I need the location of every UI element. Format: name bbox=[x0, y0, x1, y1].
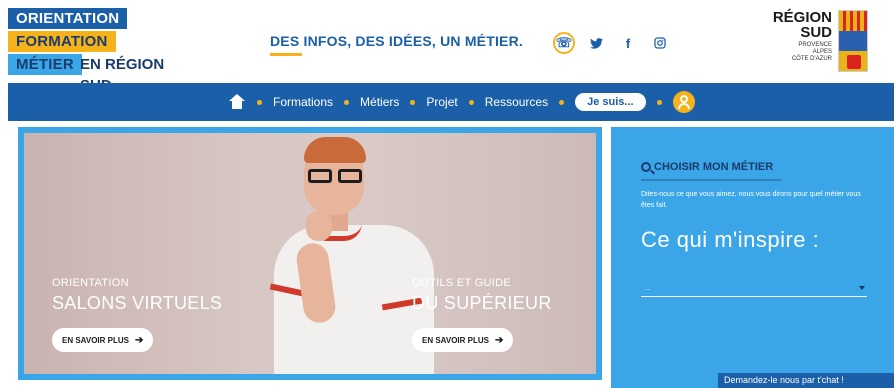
cta-label: EN SAVOIR PLUS bbox=[62, 335, 129, 345]
logo-line-metier: MÉTIER bbox=[8, 54, 82, 75]
hero-kicker: ORIENTATION bbox=[52, 277, 129, 289]
region-crest-icon bbox=[838, 10, 868, 72]
choose-job-panel: CHOISIR MON MÉTIER Dites-nous ce que vou… bbox=[611, 127, 894, 388]
nav-item-projet[interactable]: Projet bbox=[426, 95, 457, 109]
inspire-heading: Ce qui m'inspire : bbox=[641, 227, 820, 252]
hero-block-salons: ORIENTATION SALONS VIRTUELS EN SAVOIR PL… bbox=[52, 277, 222, 352]
twitter-icon[interactable] bbox=[585, 32, 607, 54]
hero-block-superieur: OUTILS ET GUIDE DU SUPÉRIEUR EN SAVOIR P… bbox=[412, 277, 552, 352]
social-links: ☏ f bbox=[553, 31, 681, 55]
nav-item-ressources[interactable]: Ressources bbox=[485, 95, 548, 109]
page: ORIENTATION FORMATION MÉTIER EN RÉGION S… bbox=[0, 0, 894, 388]
hero-title: DU SUPÉRIEUR bbox=[412, 293, 552, 313]
region-sud-logo[interactable]: RÉGION SUD PROVENCE ALPES CÔTE D'AZUR bbox=[773, 10, 882, 72]
search-icon bbox=[641, 162, 651, 172]
facebook-icon[interactable]: f bbox=[617, 32, 639, 54]
je-suis-button[interactable]: Je suis... bbox=[575, 93, 646, 111]
header: ORIENTATION FORMATION MÉTIER EN RÉGION S… bbox=[0, 0, 894, 94]
arrow-right-icon: ➔ bbox=[134, 334, 144, 346]
region-name-1: RÉGION bbox=[772, 9, 832, 26]
region-sub-3: CÔTE D'AZUR bbox=[791, 56, 832, 62]
nav-separator-dot bbox=[410, 99, 416, 105]
home-icon[interactable] bbox=[228, 94, 246, 110]
tagline-underline bbox=[270, 53, 302, 56]
region-name-2: SUD bbox=[800, 24, 832, 41]
hero-kicker: OUTILS ET GUIDE bbox=[412, 277, 512, 289]
choose-job-heading: CHOISIR MON MÉTIER bbox=[641, 161, 773, 173]
logo-line-formation: FORMATION bbox=[8, 31, 116, 52]
region-sub-2: ALPES bbox=[812, 49, 832, 55]
logo-line-region-sud: EN RÉGION SUD. bbox=[80, 56, 165, 94]
nav-item-metiers[interactable]: Métiers bbox=[360, 95, 399, 109]
nav-separator-dot bbox=[656, 99, 662, 105]
superieur-learn-more-button[interactable]: EN SAVOIR PLUS ➔ bbox=[412, 328, 514, 352]
salons-learn-more-button[interactable]: EN SAVOIR PLUS ➔ bbox=[52, 328, 154, 352]
instagram-icon[interactable] bbox=[649, 32, 671, 54]
nav-separator-dot bbox=[257, 99, 262, 105]
arrow-right-icon: ➔ bbox=[494, 334, 504, 346]
hero-title: SALONS VIRTUELS bbox=[52, 293, 223, 313]
nav-item-formations[interactable]: Formations bbox=[273, 95, 333, 109]
logo-line-orientation: ORIENTATION bbox=[8, 8, 128, 29]
phone-icon[interactable]: ☏ bbox=[553, 32, 575, 54]
region-sub-1: PROVENCE bbox=[798, 42, 832, 48]
cta-label: EN SAVOIR PLUS bbox=[422, 335, 489, 345]
user-account-icon[interactable] bbox=[672, 91, 695, 113]
site-logo[interactable]: ORIENTATION FORMATION MÉTIER EN RÉGION S… bbox=[8, 8, 198, 94]
nav-separator-dot bbox=[344, 99, 350, 105]
main-nav: Formations Métiers Projet Ressources Je … bbox=[8, 83, 894, 121]
nav-separator-dot bbox=[559, 99, 565, 105]
heading-underline bbox=[641, 179, 781, 181]
chat-button[interactable]: Demandez-le nous par t'chat ! bbox=[718, 373, 894, 388]
nav-separator-dot bbox=[468, 99, 474, 105]
inspire-select-value: ... bbox=[645, 285, 651, 292]
inspire-select[interactable]: ... bbox=[641, 277, 867, 297]
choose-job-description: Dites-nous ce que vous aimez, nous vous … bbox=[641, 191, 861, 209]
chevron-down-icon bbox=[859, 286, 865, 290]
choose-job-label: CHOISIR MON MÉTIER bbox=[654, 161, 774, 173]
tagline: DES INFOS, DES IDÉES, UN MÉTIER. bbox=[270, 33, 523, 49]
